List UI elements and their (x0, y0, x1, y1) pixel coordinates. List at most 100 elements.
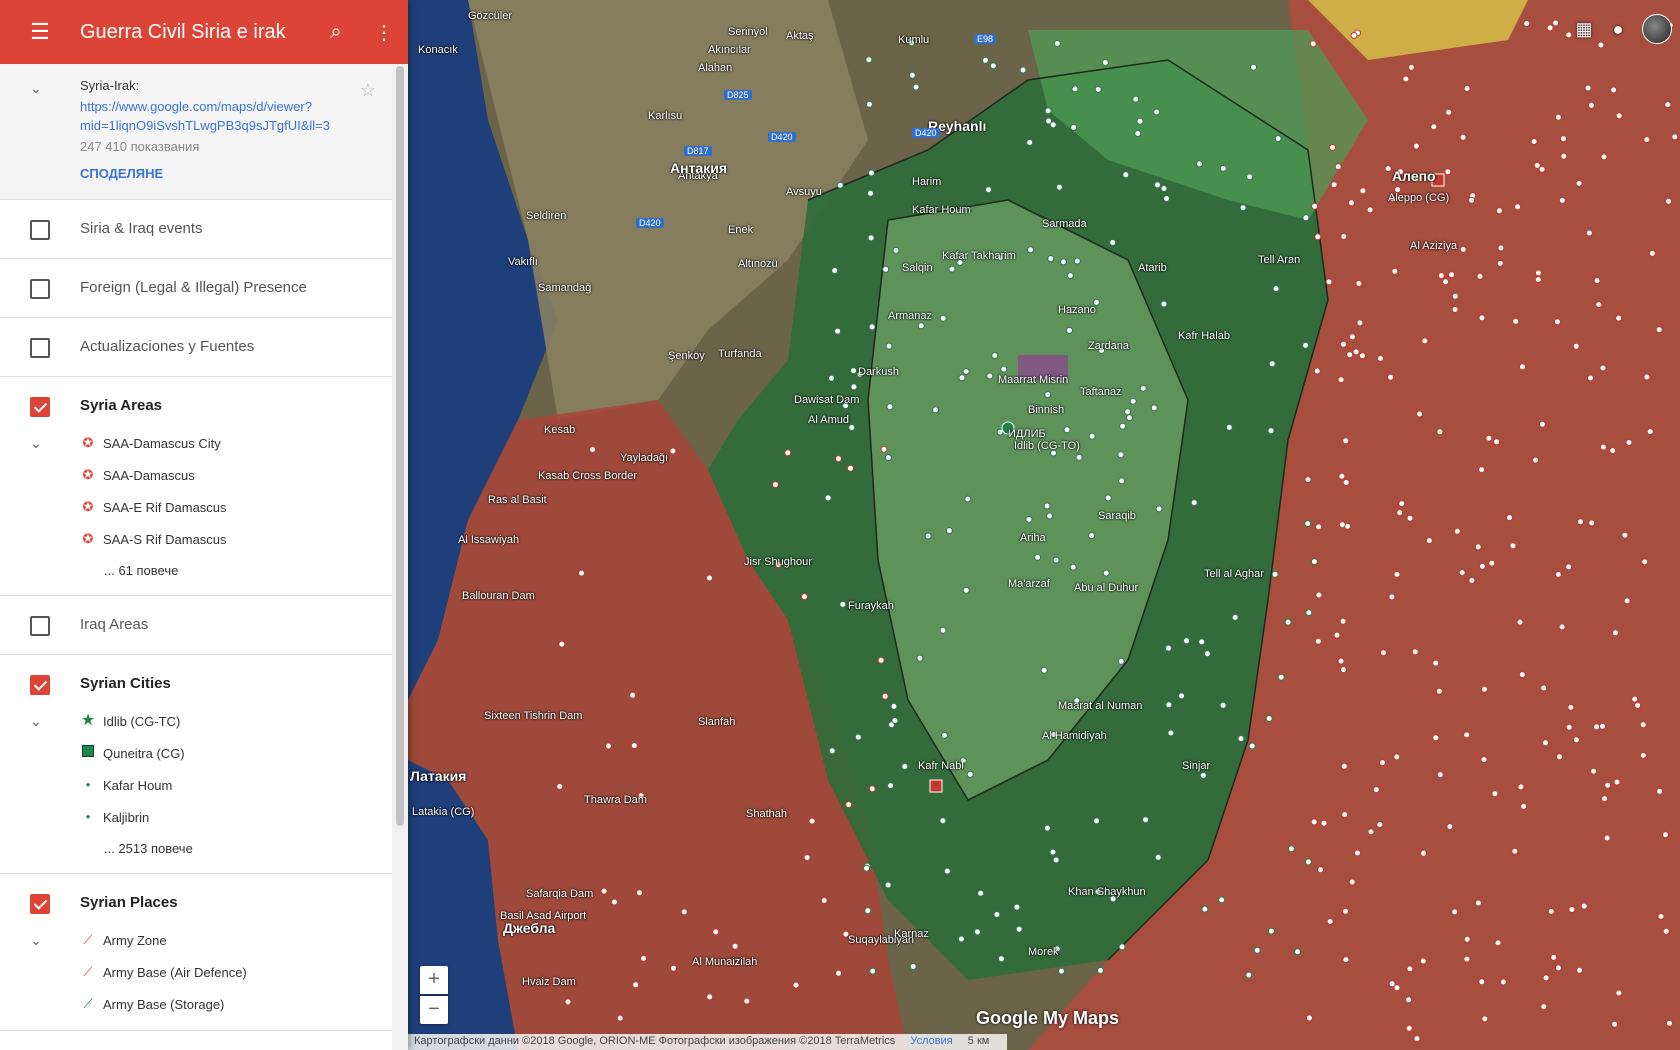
map-canvas[interactable]: Gözcüler Konacık Serinyol Akıncılar Aktaş Kum… (408, 0, 1680, 1050)
village-marker (836, 181, 844, 189)
layer-checkbox-checked[interactable] (30, 894, 50, 914)
terms-link[interactable]: Условия (910, 1035, 952, 1047)
village-marker (1088, 432, 1096, 440)
layer-syria-areas[interactable]: Syria Areas (0, 377, 392, 427)
village-marker (1294, 948, 1302, 956)
more-items-link[interactable]: ... 61 повече (0, 555, 392, 585)
list-item[interactable]: ⟋ Army Zone (0, 924, 392, 956)
village-marker (1550, 953, 1558, 961)
village-marker (1512, 317, 1520, 325)
village-marker (1553, 318, 1561, 326)
village-marker (1530, 138, 1538, 145)
map-link-line2[interactable]: mid=1liqnO9iSvshTLwgPB3q9sJTgfUI&ll=3 (80, 116, 342, 135)
menu-icon[interactable]: ☰ (0, 19, 80, 45)
village-marker (1446, 823, 1454, 831)
village-marker (1601, 795, 1609, 803)
village-marker (901, 763, 909, 770)
list-item[interactable]: ✪ SAA-Damascus (0, 459, 392, 491)
village-marker (1338, 472, 1346, 480)
list-item[interactable]: ★ Idlib (CG-TC) (0, 705, 392, 737)
village-marker (1118, 943, 1126, 951)
village-marker (1478, 562, 1486, 570)
village-marker (1073, 697, 1081, 705)
village-marker (868, 323, 876, 331)
share-button[interactable]: СПОДЕЛЯНЕ (80, 166, 376, 181)
village-marker (1611, 1020, 1619, 1028)
list-item[interactable]: ✪ SAA-S Rif Damascus (0, 523, 392, 555)
layer-syrian-cities[interactable]: Syrian Cities (0, 655, 392, 705)
layer-label: Actualizaciones y Fuentes (80, 338, 255, 355)
layer-iraq-areas[interactable]: Iraq Areas (0, 596, 392, 655)
village-marker (1092, 298, 1100, 306)
layer-syrian-places[interactable]: Syrian Places (0, 874, 392, 924)
list-item[interactable]: ✪ SAA-E Rif Damascus (0, 491, 392, 523)
layer-checkbox-checked[interactable] (30, 675, 50, 695)
notifications-icon[interactable]: ● (1608, 19, 1628, 39)
city-marker (1001, 421, 1015, 435)
village-marker (616, 1014, 624, 1022)
list-item[interactable]: ✪ SAA-Damascus City (0, 427, 392, 459)
village-marker (1302, 341, 1310, 349)
village-marker (1613, 778, 1621, 786)
more-items-link[interactable]: ... 2513 повече (0, 833, 392, 863)
village-marker (1342, 437, 1350, 445)
village-marker (1109, 895, 1117, 903)
more-vert-icon[interactable]: ⋮ (360, 20, 408, 45)
village-marker (1641, 558, 1649, 566)
village-marker (1388, 980, 1396, 988)
map-link-line1[interactable]: https://www.google.com/maps/d/viewer? (80, 97, 342, 116)
village-marker (1339, 340, 1347, 348)
layer-checkbox[interactable] (30, 616, 50, 636)
layer-actualizaciones[interactable]: Actualizaciones y Fuentes (0, 318, 392, 377)
village-marker (997, 955, 1005, 963)
village-marker (884, 454, 892, 462)
list-item[interactable]: Quneitra (CG) (0, 737, 392, 769)
village-marker (916, 654, 924, 662)
village-marker (1406, 965, 1414, 973)
chevron-down-icon[interactable]: ⌄ (30, 713, 42, 730)
list-item[interactable]: ⟋ Army Base (Storage) (0, 988, 392, 1020)
map-info: ⌄ ☆ Syria-Irak: https://www.google.com/m… (0, 64, 392, 200)
village-marker (1250, 63, 1257, 71)
village-marker (1436, 771, 1444, 779)
search-icon[interactable]: ⌕ (312, 21, 360, 44)
village-marker (792, 981, 800, 989)
layer-checkbox[interactable] (30, 338, 50, 358)
village-marker (867, 189, 874, 197)
chevron-down-icon[interactable]: ⌄ (30, 932, 42, 949)
list-item[interactable]: ⟋ Army Base (Air Defence) (0, 956, 392, 988)
village-marker (1393, 570, 1401, 578)
star-icon[interactable]: ☆ (360, 80, 376, 101)
layer-checkbox[interactable] (30, 279, 50, 299)
list-item[interactable]: ● Kaljibrin (0, 801, 392, 833)
village-marker (1389, 195, 1397, 203)
village-marker (803, 854, 811, 862)
layer-siria-iraq-events[interactable]: Siria & Iraq events (0, 200, 392, 259)
village-marker (1565, 31, 1573, 39)
zoom-in-button[interactable]: + (420, 966, 448, 994)
village-marker (1532, 456, 1540, 464)
map-link[interactable]: https://www.google.com/maps/d/viewer? mi… (80, 97, 342, 135)
village-marker (670, 964, 677, 972)
purple-area (1018, 355, 1068, 380)
chevron-down-icon[interactable]: ⌄ (30, 80, 42, 97)
village-marker (1646, 428, 1654, 436)
village-marker (589, 446, 596, 453)
layer-foreign-presence[interactable]: Foreign (Legal & Illegal) Presence (0, 259, 392, 318)
village-marker (1430, 123, 1438, 131)
zoom-out-button[interactable]: − (420, 996, 448, 1024)
apps-grid-icon[interactable]: ▦ (1574, 19, 1594, 39)
avatar[interactable] (1642, 14, 1672, 44)
layer-checkbox-checked[interactable] (30, 397, 50, 417)
scrollbar-thumb[interactable] (396, 66, 404, 826)
village-marker (1126, 414, 1133, 422)
road-shield: D825 (724, 90, 752, 100)
village-marker (958, 374, 966, 382)
scrollbar[interactable] (392, 64, 408, 1050)
village-marker (1073, 257, 1081, 265)
chevron-down-icon[interactable]: ⌄ (30, 435, 42, 452)
layer-checkbox[interactable] (30, 220, 50, 240)
list-item[interactable]: ● Kafar Houm (0, 769, 392, 801)
village-marker (1560, 135, 1567, 143)
army-zone-icon: ✪ (82, 467, 94, 482)
